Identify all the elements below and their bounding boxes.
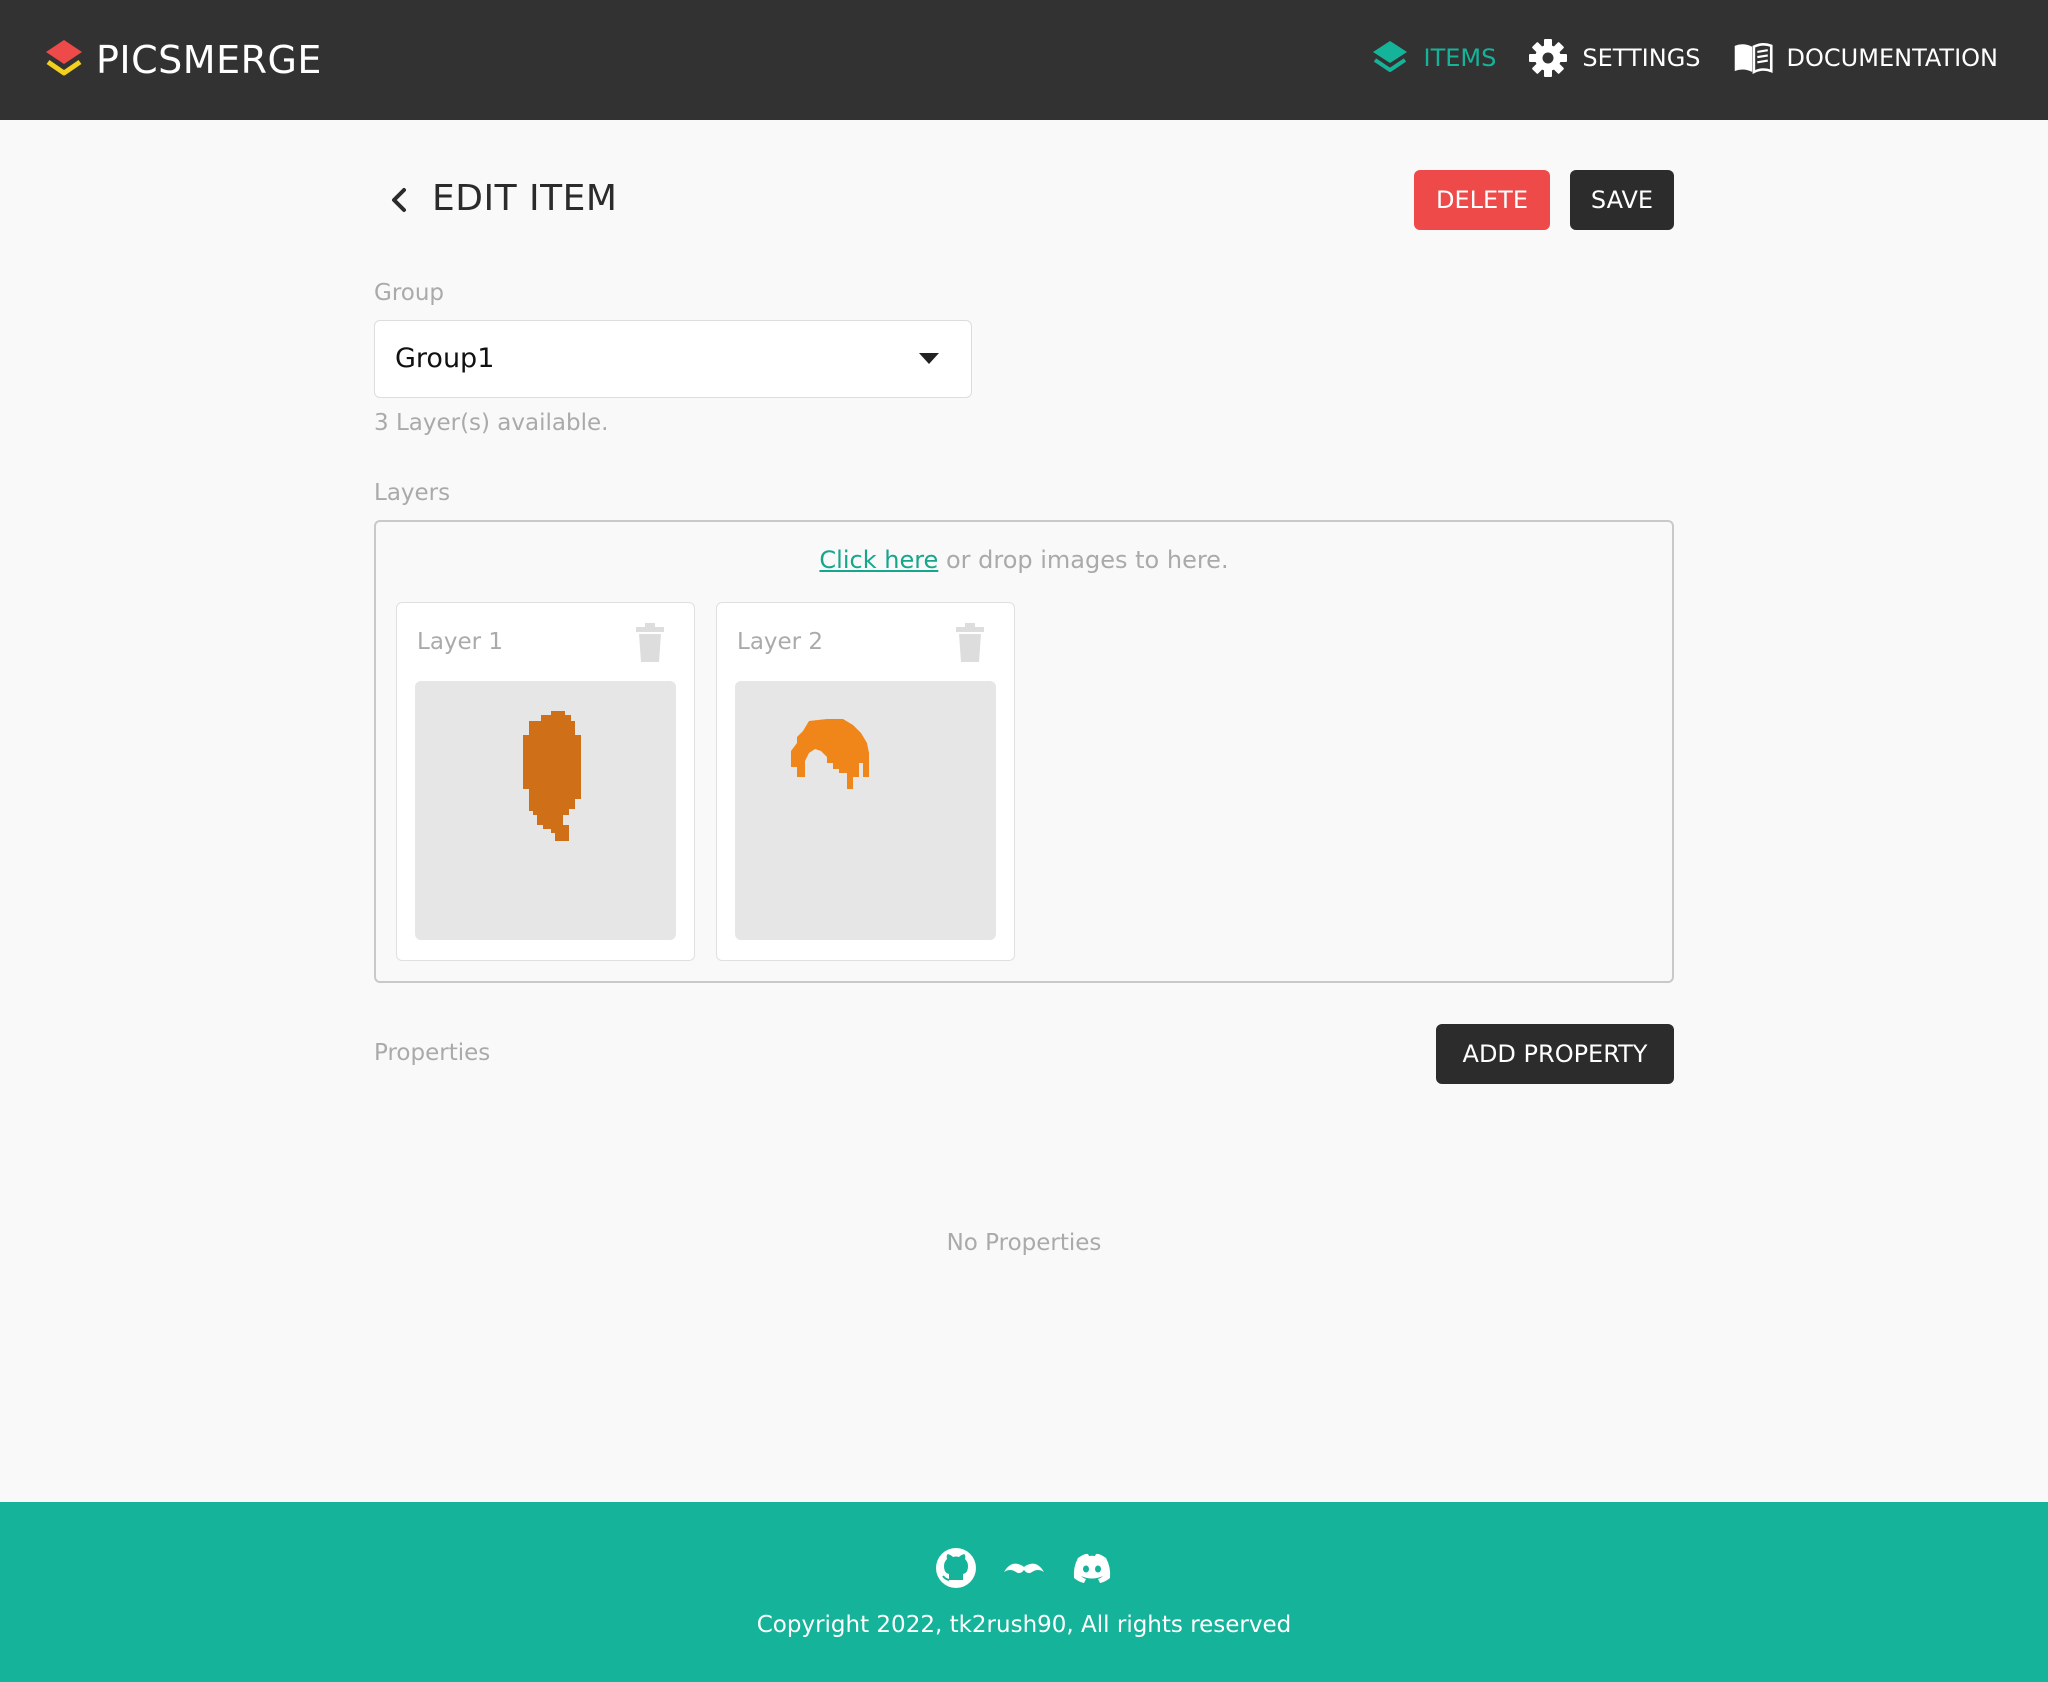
layer-card: Layer 2 <box>716 602 1015 961</box>
back-chevron-icon[interactable] <box>382 182 418 218</box>
layer-thumbnail <box>735 681 996 940</box>
group-label: Group <box>374 280 445 306</box>
trash-icon[interactable] <box>954 623 986 663</box>
add-property-button[interactable]: ADD PROPERTY <box>1436 1024 1674 1084</box>
page-title: EDIT ITEM <box>432 178 618 219</box>
top-navbar: PICSMERGE ITEMS SETTINGS DOCUMENTATION <box>0 0 2048 120</box>
group-select-value: Group1 <box>395 343 495 374</box>
discord-icon[interactable] <box>1070 1546 1114 1590</box>
nav-settings[interactable]: SETTINGS <box>1528 38 1701 78</box>
hair-sprite-image <box>523 711 581 841</box>
book-icon <box>1734 43 1773 75</box>
trash-icon[interactable] <box>634 623 666 663</box>
nav-documentation[interactable]: DOCUMENTATION <box>1733 38 1998 78</box>
layer-card: Layer 1 <box>396 602 695 961</box>
layers-icon <box>1372 41 1407 72</box>
nav-settings-label: SETTINGS <box>1582 44 1701 72</box>
layers-logo-icon <box>46 40 82 76</box>
nav-items[interactable]: ITEMS <box>1370 38 1497 78</box>
footer: Copyright 2022, tk2rush90, All rights re… <box>0 1502 2048 1682</box>
save-button[interactable]: SAVE <box>1570 170 1674 230</box>
drop-instruction: or drop images to here. <box>938 546 1229 574</box>
mustache-icon[interactable] <box>1002 1546 1046 1590</box>
group-select[interactable]: Group1 <box>374 320 972 398</box>
main-nav: ITEMS SETTINGS DOCUMENTATION <box>1338 38 1998 78</box>
brand[interactable]: PICSMERGE <box>44 36 322 84</box>
social-links <box>0 1546 2048 1590</box>
layer-name: Layer 2 <box>737 629 824 655</box>
properties-label: Properties <box>374 1040 491 1066</box>
dropzone-text: Click here or drop images to here. <box>376 546 1672 574</box>
nav-items-label: ITEMS <box>1423 44 1497 72</box>
layer-name: Layer 1 <box>417 629 504 655</box>
delete-button[interactable]: DELETE <box>1414 170 1550 230</box>
brand-name: PICSMERGE <box>96 38 322 82</box>
layers-available-hint: 3 Layer(s) available. <box>374 410 609 436</box>
layers-label: Layers <box>374 480 451 506</box>
copyright-text: Copyright 2022, tk2rush90, All rights re… <box>756 1612 1292 1638</box>
caret-down-icon <box>919 353 939 364</box>
github-icon[interactable] <box>934 1546 978 1590</box>
layers-dropzone[interactable]: Click here or drop images to here. Layer… <box>374 520 1674 983</box>
layer-thumbnail <box>415 681 676 940</box>
hair-sprite-image <box>791 719 869 789</box>
upload-link[interactable]: Click here <box>819 546 938 574</box>
empty-properties-text: No Properties <box>946 1230 1102 1256</box>
page-header: EDIT ITEM DELETE SAVE <box>374 170 1674 232</box>
nav-documentation-label: DOCUMENTATION <box>1786 44 1998 72</box>
gear-icon <box>1529 39 1568 77</box>
